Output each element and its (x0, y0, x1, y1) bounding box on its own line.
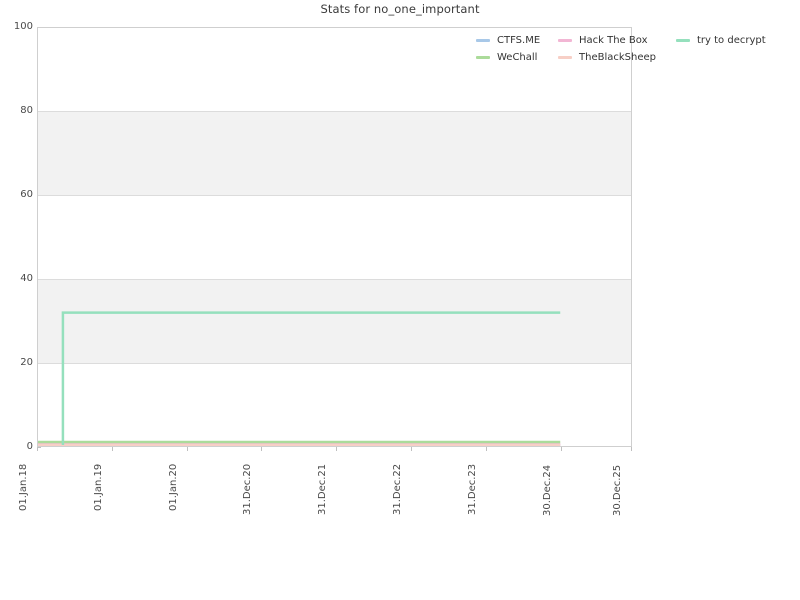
y-tick-label-20: 20 (20, 357, 33, 368)
x-tick-label-4: 31.Dec.21 (317, 463, 328, 515)
legend-item-hack-the-box[interactable]: Hack The Box (558, 35, 676, 46)
x-tick-label-6: 31.Dec.23 (467, 463, 478, 515)
x-tick-label-3: 31.Dec.20 (242, 463, 253, 515)
x-tick-mark-3 (261, 447, 262, 451)
legend-item-try-to-decrypt[interactable]: try to decrypt (676, 35, 766, 46)
chart-title: Stats for no_one_important (320, 2, 480, 16)
x-tick-label-0: 01.Jan.18 (18, 463, 29, 511)
legend-label-ctfs-me: CTFS.ME (497, 35, 541, 46)
plot-area (37, 27, 632, 447)
x-tick-mark-5 (411, 447, 412, 451)
legend-swatch-icon-theblacksheep (558, 56, 572, 59)
legend-item-ctfs-me[interactable]: CTFS.ME (476, 35, 558, 46)
stats-chart: Stats for no_one_important Percentage 10… (0, 0, 800, 600)
legend-swatch-icon-wechall (476, 56, 490, 59)
x-tick-mark-8 (631, 447, 632, 451)
legend-swatch-icon-ctfs-me (476, 39, 490, 42)
legend-label-hack-the-box: Hack The Box (579, 35, 648, 46)
y-tick-label-40: 40 (20, 273, 33, 284)
series-line-try-to-decrypt (61, 311, 561, 446)
legend-swatch-icon-hack-the-box (558, 39, 572, 42)
x-tick-label-2: 01.Jan.20 (168, 463, 179, 511)
y-tick-label-60: 60 (20, 189, 33, 200)
x-tick-mark-2 (187, 447, 188, 451)
x-tick-mark-6 (486, 447, 487, 451)
x-tick-mark-7 (561, 447, 562, 451)
x-tick-label-7: 30.Dec.24 (542, 464, 553, 516)
y-axis-ticks: 100 80 60 40 20 0 (0, 21, 33, 452)
legend-swatch-icon-try-to-decrypt (676, 39, 690, 42)
legend-label-wechall: WeChall (497, 52, 538, 63)
x-tick-label-5: 31.Dec.22 (392, 463, 403, 515)
y-tick-label-80: 80 (20, 105, 33, 116)
y-tick-label-0: 0 (26, 441, 33, 452)
legend-item-theblacksheep[interactable]: TheBlackSheep (558, 52, 676, 63)
legend-row-2: WeChall TheBlackSheep (476, 50, 792, 65)
x-tick-mark-4 (336, 447, 337, 451)
legend-label-theblacksheep: TheBlackSheep (579, 52, 656, 63)
x-tick-mark-1 (112, 447, 113, 451)
y-tick-label-100: 100 (13, 21, 33, 32)
legend-row-1: CTFS.ME Hack The Box try to decrypt (476, 33, 792, 48)
legend-label-try-to-decrypt: try to decrypt (697, 35, 766, 46)
series-lines (38, 311, 561, 446)
legend-item-wechall[interactable]: WeChall (476, 52, 558, 63)
x-tick-label-1: 01.Jan.19 (93, 463, 104, 511)
x-tick-mark-0 (37, 447, 38, 451)
x-tick-label-8: 30.Dec.25 (612, 464, 623, 516)
chart-legend: CTFS.ME Hack The Box try to decrypt WeCh… (476, 33, 792, 67)
